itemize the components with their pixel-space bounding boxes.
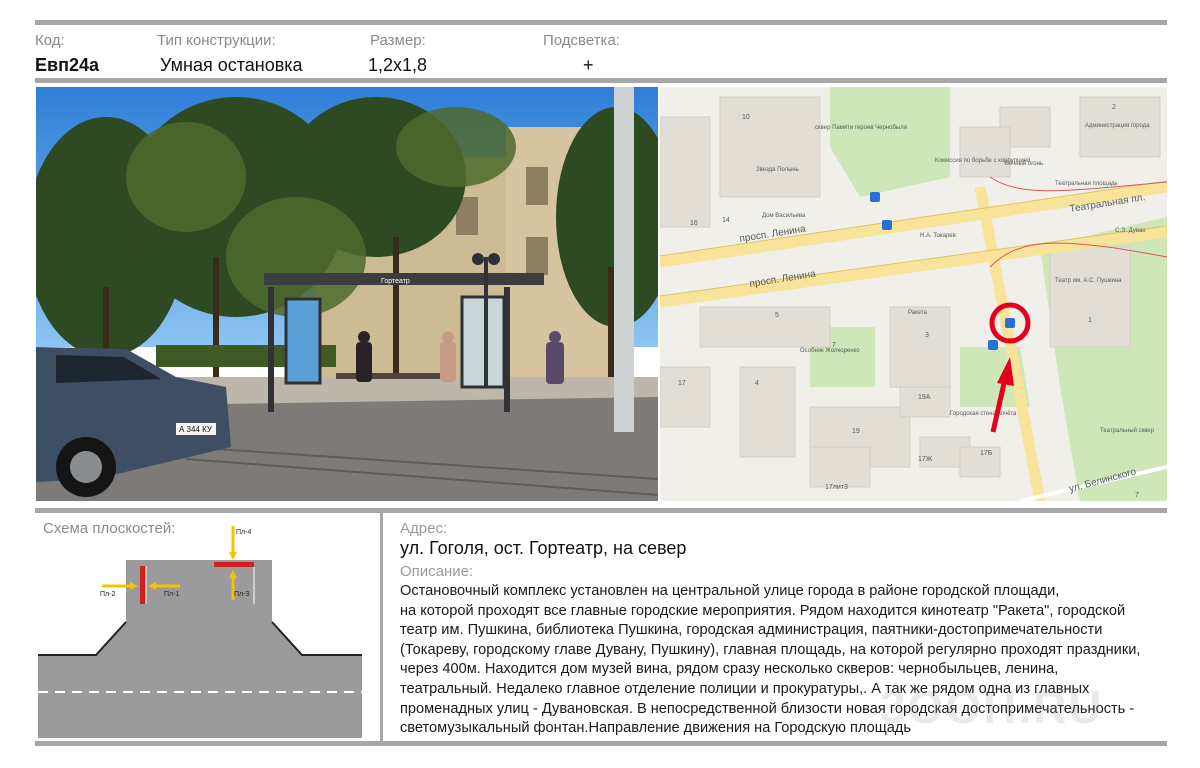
bld-num: 1 bbox=[1088, 317, 1092, 324]
bld-num: 19 bbox=[852, 428, 860, 435]
place-memorial: сквер Памяти героев Чернобыля bbox=[815, 125, 907, 131]
top-divider bbox=[35, 20, 1167, 25]
place-eternal-flame: Вечный огонь bbox=[1005, 160, 1043, 167]
description-line: (Токареву, городскому главе Дувану, Пушк… bbox=[400, 641, 1141, 658]
place-dom-vasilyeva: Дом Васильева bbox=[762, 213, 806, 219]
plane-3-label: Пл-3 bbox=[234, 591, 249, 598]
place-tokarev: Н.А. Токарев bbox=[920, 233, 956, 239]
bld-num: 17Б bbox=[980, 450, 993, 457]
bld-num: 16 bbox=[690, 220, 698, 227]
size-label: Размер: bbox=[370, 32, 426, 49]
type-label: Тип конструкции: bbox=[157, 32, 276, 49]
bld-num: 19А bbox=[918, 394, 931, 401]
code-label: Код: bbox=[35, 32, 65, 49]
bld-num: 5 bbox=[775, 312, 779, 319]
light-value: + bbox=[583, 55, 594, 75]
watermark: 3OOH.RU bbox=[880, 681, 1104, 733]
place-theatre: Театр им. А.С. Пушкина bbox=[1055, 278, 1122, 284]
address-value: ул. Гоголя, ост. Гортеатр, на север bbox=[400, 538, 687, 558]
size-value: 1,2х1,8 bbox=[368, 55, 428, 75]
bld-num: 7 bbox=[832, 342, 836, 349]
light-label: Подсветка: bbox=[543, 32, 620, 49]
bld-num: 3 bbox=[925, 332, 929, 339]
place-theatre-square: Театральная площадь bbox=[1055, 181, 1118, 187]
description-line: через 400м. Находится дом музей вина, ря… bbox=[400, 661, 1059, 678]
bld-num: 7 bbox=[1135, 492, 1139, 499]
description-line: театр им. Пушкина, библиотека Пушкина, г… bbox=[400, 622, 1103, 639]
bld-num: 4 bbox=[755, 380, 759, 387]
bld-num: 10 bbox=[742, 114, 750, 121]
location-map: просп. Ленина просп. Ленина Театральная … bbox=[660, 87, 1167, 501]
type-value: Умная остановка bbox=[160, 55, 303, 75]
bld-num: 17лит3 bbox=[825, 484, 848, 491]
planes-schema: Пл-1 Пл-2 Пл-3 Пл-4 bbox=[36, 520, 366, 740]
bld-num: 17 bbox=[678, 380, 686, 387]
place-post-wall: Городская стена почёта bbox=[950, 411, 1017, 417]
schema-title: Схема плоскостей: bbox=[43, 520, 176, 537]
plane-2 bbox=[140, 566, 146, 604]
plane-4-label: Пл-4 bbox=[236, 529, 251, 536]
description-label: Описание: bbox=[400, 563, 474, 580]
body-divider bbox=[35, 508, 1167, 513]
plane-2-label: Пл-2 bbox=[100, 591, 115, 598]
place-admin: Администрация города bbox=[1085, 123, 1150, 129]
bus-stop-photo: Гортеатр А 344 КУ bbox=[36, 87, 658, 501]
bld-num: 14 bbox=[722, 217, 730, 224]
place-osobnyak: Особняк Жолкоренко bbox=[800, 348, 860, 354]
header-divider bbox=[35, 78, 1167, 83]
shelter-sign: Гортеатр bbox=[381, 278, 410, 285]
bottom-divider bbox=[35, 741, 1167, 746]
vertical-divider bbox=[380, 513, 383, 741]
code-value: Евп24а bbox=[35, 55, 99, 75]
car-plate: А 344 КУ bbox=[179, 425, 213, 434]
bld-num: 2 bbox=[1112, 104, 1116, 111]
description-line: Остановочный комплекс установлен на цент… bbox=[400, 583, 1060, 599]
description-line: на которой проходят все главные городски… bbox=[400, 602, 1126, 619]
place-theatre-park: Театральный сквер bbox=[1100, 427, 1155, 434]
place-duvan: С.Э. Дуван bbox=[1115, 228, 1146, 234]
place-zvezda: Звезда Полынь bbox=[756, 167, 799, 173]
bld-num: 17Ж bbox=[918, 456, 933, 463]
place-raketa: Ракета bbox=[908, 310, 928, 316]
plane-4 bbox=[214, 562, 254, 567]
address-label: Адрес: bbox=[400, 520, 448, 537]
plane-1-label: Пл-1 bbox=[164, 591, 179, 598]
